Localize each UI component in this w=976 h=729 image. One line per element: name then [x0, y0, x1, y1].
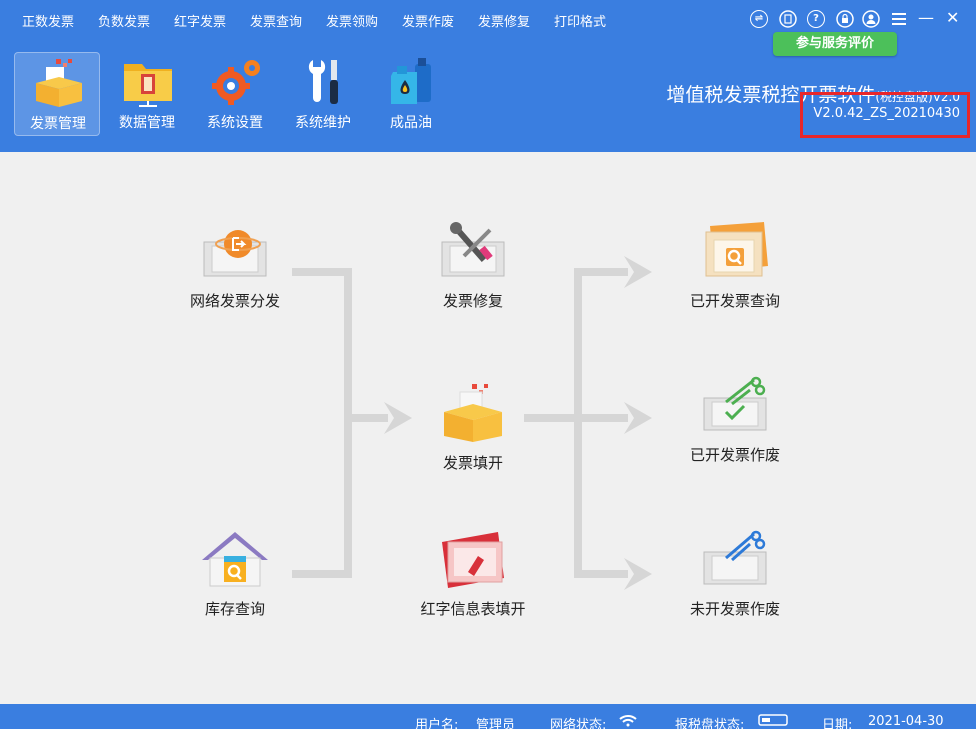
invoice-box-icon: [36, 59, 82, 107]
arrow-icon: [624, 558, 652, 590]
node-label: 已开发票作废: [689, 446, 780, 464]
arrow-icon: [624, 402, 652, 434]
node-label: 发票填开: [442, 454, 503, 472]
node-label: 库存查询: [204, 600, 265, 618]
version-highlight-box: [800, 92, 970, 138]
menu-red-invoice[interactable]: 红字发票: [174, 11, 226, 30]
switch-icon[interactable]: ⇌: [750, 10, 768, 28]
status-date-value: 2021-04-30: [868, 714, 944, 729]
unissued-invoice-void[interactable]: 未开发票作废: [660, 528, 810, 620]
arrow-icon: [624, 256, 652, 288]
toolbar-invoice-management[interactable]: 发票管理: [14, 52, 100, 136]
toolbar-label: 系统维护: [295, 115, 351, 131]
toolbar-data-management[interactable]: 数据管理: [104, 52, 190, 136]
app-header: 正数发票 负数发票 红字发票 发票查询 发票领购 发票作废 发票修复 打印格式 …: [0, 0, 976, 152]
menu-invoice-void[interactable]: 发票作废: [402, 11, 454, 30]
note-icon[interactable]: [779, 10, 797, 28]
tools-icon: [308, 60, 338, 104]
lock-icon[interactable]: [836, 10, 854, 28]
scissors-blue-icon: [703, 530, 767, 585]
service-rating-button[interactable]: 参与服务评价: [773, 32, 897, 56]
flow-line: [578, 414, 628, 422]
toolbar-system-settings[interactable]: 系统设置: [192, 52, 278, 136]
close-icon[interactable]: ✕: [946, 8, 964, 27]
oil-icon: [391, 58, 431, 104]
menu-icon[interactable]: [890, 10, 908, 28]
toolbar-label: 发票管理: [30, 116, 86, 132]
red-info-icon: [442, 532, 504, 588]
flow-line: [348, 414, 388, 422]
invoice-search-icon: [705, 222, 768, 277]
invoice-box-icon: [444, 384, 502, 442]
node-label: 未开发票作废: [689, 600, 780, 618]
flow-line: [578, 570, 628, 578]
issued-invoice-query[interactable]: 已开发票查询: [660, 220, 810, 312]
repair-tools-icon: [441, 222, 505, 277]
status-bar: 用户名: 管理员 网络状态: 报税盘状态: 日期: 2021-04-30: [0, 704, 976, 729]
node-label: 红字信息表填开: [420, 600, 526, 618]
network-invoice-dist[interactable]: 网络发票分发: [160, 220, 310, 312]
toolbar-label: 成品油: [390, 115, 432, 131]
status-user-label: 用户名:: [415, 718, 459, 729]
status-network-label: 网络状态:: [550, 718, 607, 729]
status-disk-label: 报税盘状态:: [675, 718, 745, 729]
invoice-flow-panel: 网络发票分发 库存查询 发票修复 发票填开 红字信息表填开 已开发票查询 已开发…: [0, 152, 976, 704]
warehouse-search-icon: [202, 532, 268, 587]
menu-invoice-repair[interactable]: 发票修复: [478, 11, 530, 30]
node-label: 已开发票查询: [689, 292, 780, 310]
tax-disk-icon: [758, 714, 788, 726]
minimize-icon[interactable]: —: [918, 8, 936, 27]
toolbar-label: 系统设置: [207, 115, 263, 131]
menu-invoice-query[interactable]: 发票查询: [250, 11, 302, 30]
gears-icon: [212, 60, 260, 105]
toolbar-label: 数据管理: [119, 115, 175, 131]
folder-icon: [124, 64, 172, 107]
node-label: 网络发票分发: [189, 292, 280, 310]
toolbar-refined-oil[interactable]: 成品油: [368, 52, 454, 136]
menu-negative-invoice[interactable]: 负数发票: [98, 11, 150, 30]
issued-invoice-void[interactable]: 已开发票作废: [660, 374, 810, 466]
network-dist-icon: [203, 230, 267, 277]
menu-positive-invoice[interactable]: 正数发票: [22, 11, 74, 30]
stock-query[interactable]: 库存查询: [160, 528, 310, 620]
invoice-repair[interactable]: 发票修复: [398, 220, 548, 312]
menu-print-format[interactable]: 打印格式: [554, 11, 606, 30]
invoice-fill[interactable]: 发票填开: [398, 382, 548, 474]
flow-line: [344, 268, 352, 578]
scissors-green-icon: [703, 376, 767, 431]
user-icon[interactable]: [862, 10, 880, 28]
toolbar-system-maintenance[interactable]: 系统维护: [280, 52, 366, 136]
flow-line: [578, 268, 628, 276]
menu-invoice-purchase[interactable]: 发票领购: [326, 11, 378, 30]
status-user-value: 管理员: [476, 718, 516, 729]
red-info-fill[interactable]: 红字信息表填开: [398, 528, 548, 620]
help-icon[interactable]: ?: [807, 10, 825, 28]
node-label: 发票修复: [442, 292, 503, 310]
wifi-icon: [619, 715, 637, 727]
flow-line: [574, 268, 582, 578]
status-date-label: 日期:: [822, 718, 853, 729]
